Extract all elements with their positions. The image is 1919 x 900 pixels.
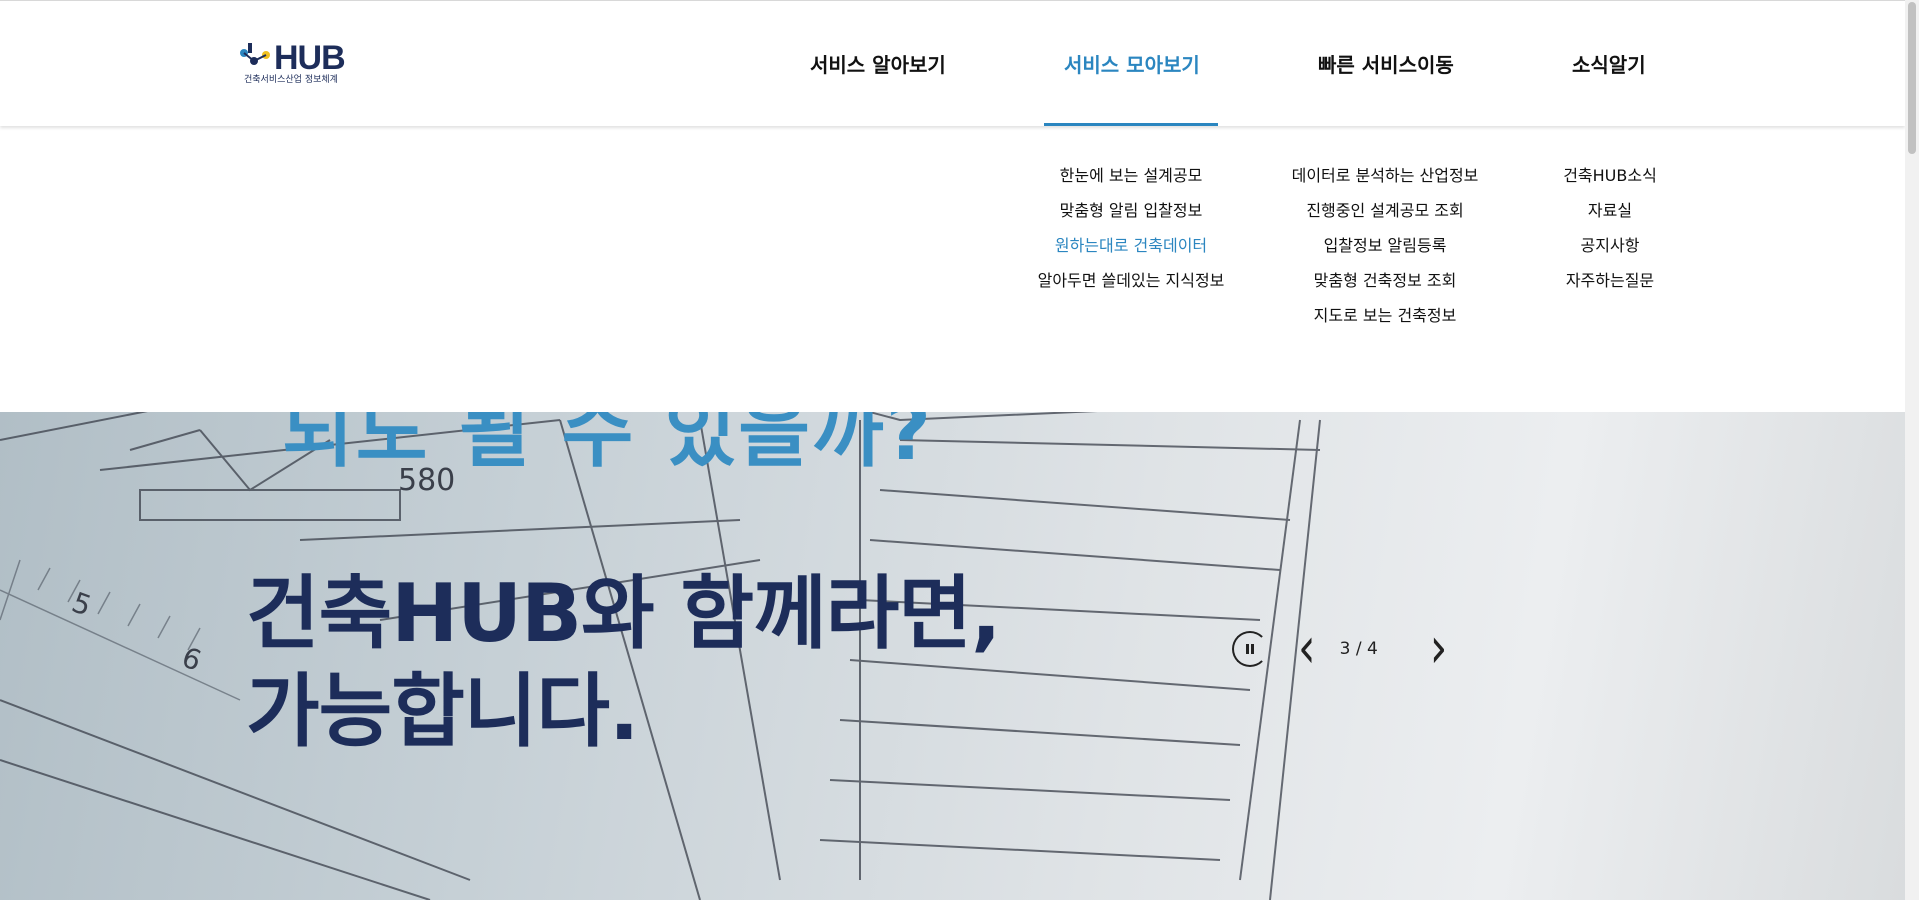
slider-controls: ‹ 3 / 4 › bbox=[1232, 620, 1447, 677]
slide-counter: 3 / 4 bbox=[1339, 639, 1378, 659]
nav-item-quick-service[interactable]: 빠른 서비스이동 bbox=[1318, 49, 1454, 78]
pause-icon[interactable] bbox=[1232, 631, 1268, 667]
menu-column-quick-service: 데이터로 분석하는 산업정보 진행중인 설계공모 조회 입찰정보 알림등록 맞춤… bbox=[1280, 166, 1490, 341]
logo-mark-icon bbox=[240, 43, 270, 65]
menu-item-custom-building-search[interactable]: 맞춤형 건축정보 조회 bbox=[1280, 271, 1490, 306]
menu-item-custom-bid-alert[interactable]: 맞춤형 알림 입찰정보 bbox=[1030, 201, 1232, 236]
logo-subtitle: 건축서비스산업 정보체계 bbox=[244, 75, 338, 85]
chevron-right-icon[interactable]: › bbox=[1430, 620, 1448, 677]
svg-text:5: 5 bbox=[68, 586, 96, 623]
logo[interactable]: HUB 건축서비스산업 정보체계 bbox=[238, 39, 358, 89]
scrollbar-thumb[interactable] bbox=[1908, 2, 1916, 154]
menu-item-hub-news[interactable]: 건축HUB소식 bbox=[1540, 166, 1680, 201]
page-scrollbar[interactable] bbox=[1905, 0, 1919, 900]
site-header: HUB 건축서비스산업 정보체계 서비스 알아보기 서비스 모아보기 빠른 서비… bbox=[0, 0, 1905, 126]
menu-item-design-competition[interactable]: 한눈에 보는 설계공모 bbox=[1030, 166, 1232, 201]
menu-item-faq[interactable]: 자주하는질문 bbox=[1540, 271, 1680, 306]
chevron-left-icon[interactable]: ‹ bbox=[1298, 620, 1316, 677]
menu-column-news: 건축HUB소식 자료실 공지사항 자주하는질문 bbox=[1540, 166, 1680, 306]
menu-item-ongoing-competitions[interactable]: 진행중인 설계공모 조회 bbox=[1280, 201, 1490, 236]
hero-headline-line2: 가능합니다. bbox=[246, 665, 639, 758]
menu-item-archive[interactable]: 자료실 bbox=[1540, 201, 1680, 236]
menu-item-bid-alert-register[interactable]: 입찰정보 알림등록 bbox=[1280, 236, 1490, 271]
menu-item-notices[interactable]: 공지사항 bbox=[1540, 236, 1680, 271]
hero-headline-line1: 건축HUB와 함께라면, bbox=[246, 567, 1001, 660]
nav-item-service-intro[interactable]: 서비스 알아보기 bbox=[810, 49, 946, 78]
mega-menu-dropdown: 한눈에 보는 설계공모 맞춤형 알림 입찰정보 원하는대로 건축데이터 알아두면… bbox=[0, 126, 1905, 412]
menu-item-knowledge-info[interactable]: 알아두면 쓸데있는 지식정보 bbox=[1030, 271, 1232, 306]
menu-item-industry-analysis[interactable]: 데이터로 분석하는 산업정보 bbox=[1280, 166, 1490, 201]
menu-item-map-building-info[interactable]: 지도로 보는 건축정보 bbox=[1280, 306, 1490, 341]
hero-headline: 건축HUB와 함께라면, 가능합니다. bbox=[246, 565, 1001, 761]
menu-item-building-data[interactable]: 원하는대로 건축데이터 bbox=[1030, 236, 1232, 271]
menu-column-service-collection: 한눈에 보는 설계공모 맞춤형 알림 입찰정보 원하는대로 건축데이터 알아두면… bbox=[1030, 166, 1232, 306]
nav-item-news[interactable]: 소식알기 bbox=[1572, 49, 1646, 78]
active-nav-indicator bbox=[1044, 123, 1218, 126]
svg-text:6: 6 bbox=[178, 641, 206, 678]
nav-item-service-collection[interactable]: 서비스 모아보기 bbox=[1064, 49, 1200, 78]
